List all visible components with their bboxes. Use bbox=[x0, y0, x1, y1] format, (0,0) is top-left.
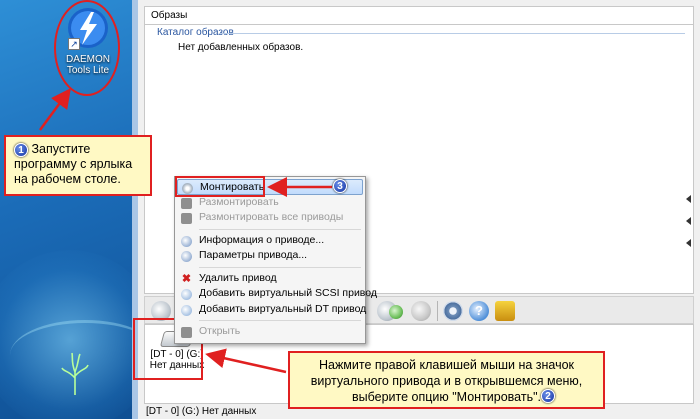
add-drive-icon[interactable] bbox=[389, 305, 403, 319]
help-icon[interactable]: ? bbox=[469, 301, 489, 321]
menu-item-unmount-all[interactable]: Размонтировать все приводы bbox=[177, 210, 363, 226]
menu-item-open[interactable]: Открыть bbox=[177, 324, 363, 340]
menu-item-drive-params[interactable]: Параметры привода... bbox=[177, 248, 363, 264]
coins-icon[interactable] bbox=[495, 301, 515, 321]
menu-item-drive-info[interactable]: Информация о приводе... bbox=[177, 233, 363, 249]
unmount-all-icon bbox=[181, 213, 192, 224]
left-arrow-icon bbox=[686, 195, 691, 203]
menu-item-delete-drive[interactable]: ✖ Удалить привод bbox=[177, 271, 363, 287]
menu-separator bbox=[199, 320, 361, 321]
unmount-all-toolbar-icon[interactable] bbox=[411, 301, 431, 321]
icon-highlight-oval bbox=[54, 0, 120, 96]
callout-step-1: 1 Запустите программу с ярлыка на рабоче… bbox=[4, 135, 152, 196]
step-2-badge: 2 bbox=[541, 389, 555, 403]
context-menu: Монтировать Размонтировать Размонтироват… bbox=[174, 176, 377, 344]
catalog-divider bbox=[219, 33, 685, 34]
menu-item-add-dt[interactable]: Добавить виртуальный DT привод bbox=[177, 302, 367, 318]
add-scsi-icon bbox=[181, 289, 192, 300]
menu-item-label: Добавить виртуальный SCSI привод bbox=[199, 287, 378, 299]
delete-icon: ✖ bbox=[181, 272, 192, 285]
menu-separator bbox=[199, 228, 361, 230]
catalog-empty-text: Нет добавленных образов. bbox=[178, 42, 304, 53]
step-3-badge: 3 bbox=[333, 179, 347, 193]
step-1-badge: 1 bbox=[14, 142, 28, 157]
side-arrows bbox=[686, 195, 694, 261]
left-arrow-icon bbox=[686, 217, 691, 225]
step-1-text: Запустите программу с ярлыка на рабочем … bbox=[14, 142, 133, 186]
params-icon bbox=[181, 251, 192, 262]
callout-step-2: Нажмите правой клавишей мыши на значок в… bbox=[288, 351, 605, 409]
menu-item-label: Открыть bbox=[199, 325, 241, 337]
desktop-plant-icon bbox=[61, 352, 89, 395]
open-icon bbox=[181, 327, 192, 338]
menu-item-label: Информация о приводе... bbox=[199, 233, 325, 246]
add-dt-icon bbox=[181, 304, 192, 316]
menu-item-label: Удалить привод bbox=[199, 271, 277, 284]
menu-separator bbox=[199, 266, 361, 268]
menu-item-add-scsi[interactable]: Добавить виртуальный SCSI привод bbox=[177, 286, 377, 302]
menu-item-label: Добавить виртуальный DT привод bbox=[199, 302, 367, 315]
menu-item-label: Размонтировать bbox=[199, 195, 279, 208]
menu-item-label: Размонтировать все приводы bbox=[199, 211, 344, 223]
gear-icon[interactable] bbox=[443, 301, 463, 321]
menu-item-label: Параметры привода... bbox=[199, 249, 308, 261]
mount-highlight-box bbox=[175, 176, 265, 197]
unmount-icon bbox=[181, 197, 192, 209]
left-arrow-icon bbox=[686, 239, 691, 247]
images-panel-header: Образы bbox=[144, 6, 694, 26]
toolbar-separator bbox=[437, 301, 438, 321]
info-icon bbox=[181, 235, 192, 247]
